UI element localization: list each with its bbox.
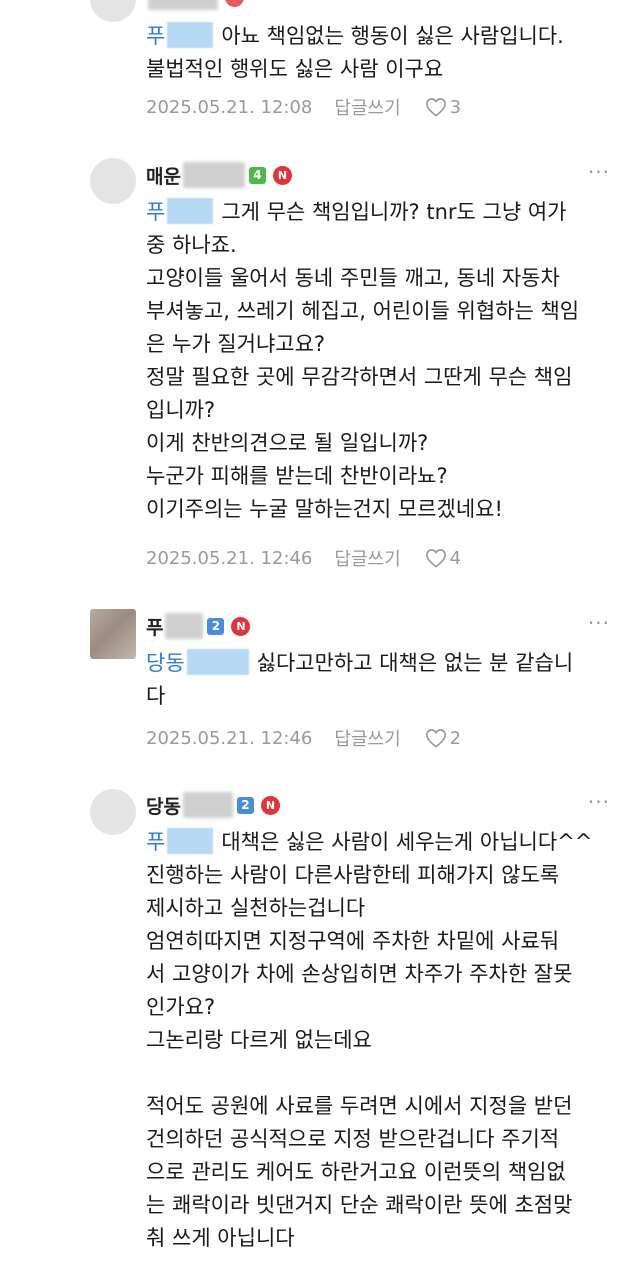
author-name[interactable]: 매운 — [146, 162, 181, 189]
like-count: 4 — [449, 547, 462, 569]
comment-body: 푸 아뇨 책임없는 행동이 싫은 사람입니다. 불법적인 행위도 싫은 사람 이구… — [146, 22, 564, 81]
new-badge-icon — [225, 0, 244, 7]
author-name[interactable]: 당동 — [146, 792, 181, 819]
mention-redacted — [167, 22, 214, 48]
author-row: 당동 2 N — [146, 790, 280, 820]
like-button[interactable]: 3 — [425, 97, 461, 118]
author-row — [146, 0, 244, 12]
reply-button[interactable]: 답글쓰기 — [334, 94, 400, 120]
mention-redacted — [167, 828, 214, 854]
avatar[interactable] — [90, 609, 136, 659]
comment-body: 당동 싫다고만하고 대책은 없는 분 같습니 다 — [146, 649, 574, 708]
like-count: 3 — [449, 96, 462, 118]
author-name[interactable]: 푸 — [146, 613, 163, 640]
mention-redacted — [186, 649, 249, 675]
level-badge-icon: 2 — [207, 617, 225, 635]
new-badge-icon: N — [260, 795, 280, 815]
avatar[interactable] — [90, 158, 136, 204]
more-options-icon[interactable]: ··· — [588, 790, 610, 814]
author-name-redacted — [148, 0, 218, 10]
author-row: 매운 4 N — [146, 160, 292, 190]
comment-body: 푸 그게 무슨 책임입니까? tnr도 그냥 여가 중 하나죠. 고양이들 울어서… — [146, 198, 580, 521]
new-badge-icon: N — [272, 165, 292, 185]
heart-icon — [425, 549, 446, 568]
avatar[interactable] — [90, 789, 136, 835]
more-options-icon[interactable]: ··· — [588, 611, 610, 635]
author-name-redacted — [182, 792, 233, 818]
author-name-redacted — [165, 613, 204, 639]
comment-meta: 2025.05.21. 12:46 답글쓰기 4 — [146, 543, 461, 573]
heart-icon — [425, 729, 446, 748]
like-count: 2 — [449, 727, 462, 749]
reply-button[interactable]: 답글쓰기 — [334, 725, 400, 751]
author-row: 푸 2 N — [146, 611, 251, 641]
avatar[interactable] — [90, 0, 136, 22]
level-badge-icon: 2 — [236, 796, 254, 814]
more-options-icon[interactable]: ··· — [588, 160, 610, 184]
comment-meta: 2025.05.21. 12:46 답글쓰기 2 — [146, 723, 461, 753]
mention[interactable]: 푸 — [146, 24, 165, 48]
mention-redacted — [167, 198, 214, 224]
reply-button[interactable]: 답글쓰기 — [334, 545, 400, 571]
comment-body: 푸 대책은 싫은 사람이 세우는게 아닙니다^^ 진행하는 사람이 다른사람한테 … — [146, 826, 626, 1255]
level-badge-icon: 4 — [248, 166, 266, 184]
heart-icon — [425, 98, 446, 117]
mention[interactable]: 푸 — [146, 200, 165, 224]
timestamp: 2025.05.21. 12:46 — [146, 727, 313, 749]
author-name-redacted — [182, 162, 245, 188]
like-button[interactable]: 4 — [425, 548, 461, 569]
like-button[interactable]: 2 — [425, 728, 461, 749]
comment-meta: 2025.05.21. 12:08 답글쓰기 3 — [146, 92, 461, 122]
mention[interactable]: 푸 — [146, 830, 165, 854]
new-badge-icon: N — [231, 616, 251, 636]
timestamp: 2025.05.21. 12:08 — [146, 96, 313, 118]
mention[interactable]: 당동 — [146, 651, 185, 675]
timestamp: 2025.05.21. 12:46 — [146, 547, 313, 569]
